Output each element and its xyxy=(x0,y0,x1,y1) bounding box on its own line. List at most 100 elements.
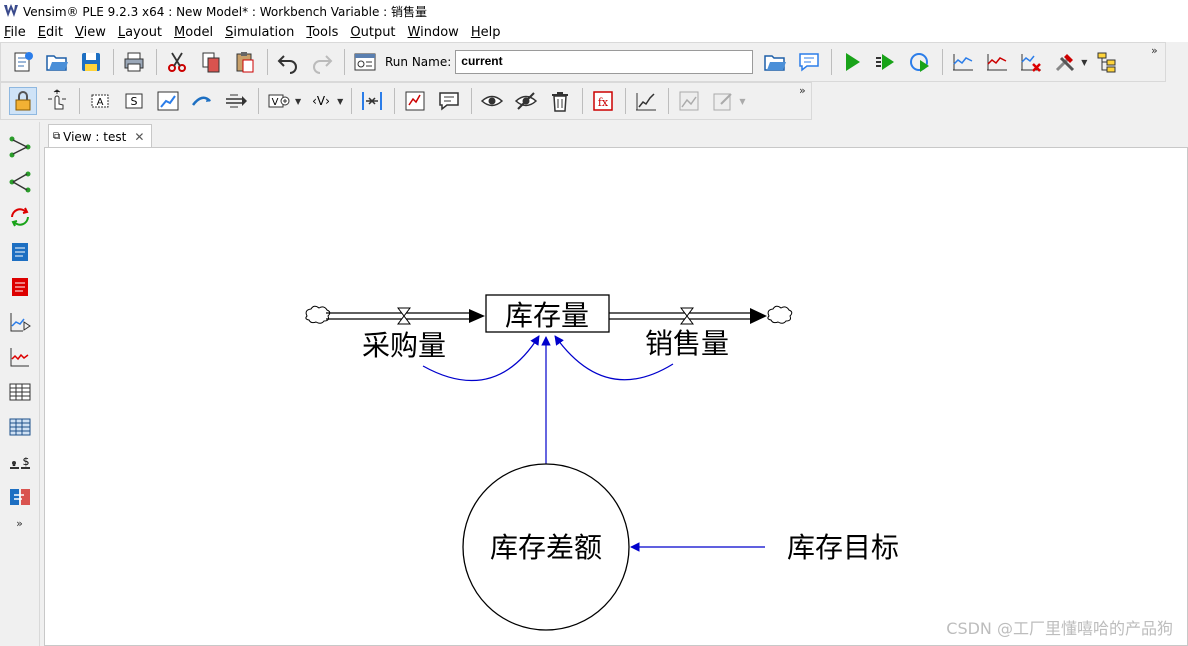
inflow-valve-icon[interactable] xyxy=(397,307,411,325)
run-name-input[interactable]: current xyxy=(455,50,754,74)
save-icon[interactable] xyxy=(77,48,105,76)
target-label[interactable]: 库存目标 xyxy=(787,531,899,564)
graph-disabled-icon xyxy=(675,87,703,115)
open-folder-icon[interactable] xyxy=(43,48,71,76)
toolbar-separator xyxy=(394,88,396,114)
compare-runs-icon[interactable] xyxy=(983,48,1011,76)
reality-check-icon[interactable] xyxy=(906,48,934,76)
comment-icon[interactable] xyxy=(795,48,823,76)
menu-layout[interactable]: Layout xyxy=(118,25,162,40)
svg-text:A: A xyxy=(97,97,104,108)
sketch-comment-icon[interactable] xyxy=(401,87,429,115)
unhide-icon[interactable] xyxy=(478,87,506,115)
merge-icon[interactable] xyxy=(358,87,386,115)
close-icon[interactable]: ✕ xyxy=(134,130,144,144)
link-tool-icon[interactable] xyxy=(188,87,216,115)
strip-graph-sidebar-icon[interactable] xyxy=(6,342,34,372)
toolbar-separator xyxy=(156,49,157,75)
equations-icon[interactable]: fx xyxy=(589,87,617,115)
gap-label[interactable]: 库存差额 xyxy=(490,531,602,564)
toolbar-separator xyxy=(113,49,114,75)
new-model-icon[interactable] xyxy=(9,48,37,76)
browse-dataset-icon[interactable] xyxy=(761,48,789,76)
outflow-valve-icon[interactable] xyxy=(680,307,694,325)
toolbar-separator xyxy=(831,49,833,75)
table-time-down-sidebar-icon[interactable] xyxy=(6,412,34,442)
source-cloud-icon xyxy=(305,305,331,324)
menu-label: indow xyxy=(420,24,459,40)
view-icon: ⧉ xyxy=(53,131,61,142)
stock-tool-icon[interactable]: S xyxy=(120,87,148,115)
simulate-icon[interactable] xyxy=(838,48,866,76)
move-size-icon[interactable] xyxy=(43,87,71,115)
copy-icon[interactable] xyxy=(197,48,225,76)
outflow-label[interactable]: 销售量 xyxy=(645,327,729,360)
uses-tree-sidebar-icon[interactable] xyxy=(6,167,34,197)
redo-icon[interactable] xyxy=(308,48,336,76)
graph-runs-icon[interactable] xyxy=(949,48,977,76)
analysis-sidebar: $ » xyxy=(0,122,40,646)
hide-icon[interactable] xyxy=(512,87,540,115)
toolbar-separator xyxy=(351,88,353,114)
causes-tree-icon[interactable] xyxy=(632,87,660,115)
synthesim-icon[interactable] xyxy=(872,48,900,76)
stock-label[interactable]: 库存量 xyxy=(505,299,589,332)
graph-sidebar-icon[interactable] xyxy=(6,307,34,337)
svg-text:fx: fx xyxy=(598,96,609,109)
inflow-label[interactable]: 采购量 xyxy=(362,329,446,362)
tools-icon[interactable] xyxy=(1051,48,1079,76)
toolbar-more-chevron[interactable]: » xyxy=(1151,44,1158,57)
tools-dropdown-arrow[interactable]: ▼ xyxy=(1081,58,1087,67)
causes-tree-sidebar-icon[interactable] xyxy=(6,132,34,162)
causes-strip-sidebar-icon[interactable] xyxy=(6,272,34,302)
paste-icon[interactable] xyxy=(231,48,259,76)
tab-view-test[interactable]: ⧉ View : test ✕ xyxy=(48,124,152,148)
menu-file[interactable]: File xyxy=(4,25,26,40)
svg-text:V: V xyxy=(272,97,279,108)
sketch-canvas[interactable]: 采购量 库存量 销售量 库存差额 库存目标 CSDN @工厂里懂嘻哈的产品狗 xyxy=(44,147,1188,646)
undo-icon[interactable] xyxy=(274,48,302,76)
menu-label: ools xyxy=(312,24,339,40)
menu-output[interactable]: Output xyxy=(350,25,395,40)
rate-tool-icon[interactable] xyxy=(222,87,250,115)
menu-label: elp xyxy=(480,24,501,40)
svg-text:$: $ xyxy=(22,455,29,468)
menu-label: ile xyxy=(10,24,26,40)
menu-model[interactable]: Model xyxy=(174,25,213,40)
loops-sidebar-icon[interactable] xyxy=(6,202,34,232)
text-comment-icon[interactable] xyxy=(435,87,463,115)
menu-accelerator: E xyxy=(37,24,46,40)
dataset-sidebar-icon[interactable] xyxy=(6,482,34,512)
menu-simulation[interactable]: Simulation xyxy=(225,25,294,40)
arrow-tool-icon[interactable] xyxy=(154,87,182,115)
toolbar2-more-chevron[interactable]: » xyxy=(799,84,806,97)
sidebar-more-chevron[interactable]: » xyxy=(16,517,23,530)
svg-text:S: S xyxy=(131,95,138,108)
document-sidebar-icon[interactable] xyxy=(6,237,34,267)
delete-runs-icon[interactable] xyxy=(1017,48,1045,76)
input-output-object-icon[interactable]: ‹V› xyxy=(307,87,335,115)
lock-icon[interactable] xyxy=(9,87,37,115)
variable-tool-icon[interactable]: A xyxy=(86,87,114,115)
main-toolbar: Run Name: current ▼ » xyxy=(0,42,1166,82)
menu-view[interactable]: View xyxy=(75,25,106,40)
model-tree-icon[interactable] xyxy=(1093,48,1121,76)
delete-icon[interactable] xyxy=(546,87,574,115)
menu-accelerator: O xyxy=(350,24,361,40)
vensim-logo-icon xyxy=(4,4,18,17)
toolbar-separator xyxy=(344,49,345,75)
simulation-settings-icon[interactable] xyxy=(351,48,379,76)
print-icon[interactable] xyxy=(120,48,148,76)
table-sidebar-icon[interactable] xyxy=(6,377,34,407)
menu-tools[interactable]: Tools xyxy=(306,25,338,40)
shadow-variable-icon[interactable]: V xyxy=(265,87,293,115)
menu-accelerator: V xyxy=(74,24,84,40)
menu-window[interactable]: Window xyxy=(408,25,459,40)
toolbar-separator xyxy=(625,88,627,114)
cut-icon[interactable] xyxy=(163,48,191,76)
io-object-dropdown[interactable]: ▼ xyxy=(337,97,343,106)
menu-edit[interactable]: Edit xyxy=(38,25,63,40)
menu-help[interactable]: Help xyxy=(471,25,501,40)
runs-compare-sidebar-icon[interactable]: $ xyxy=(6,447,34,477)
shadow-variable-dropdown[interactable]: ▼ xyxy=(295,97,301,106)
